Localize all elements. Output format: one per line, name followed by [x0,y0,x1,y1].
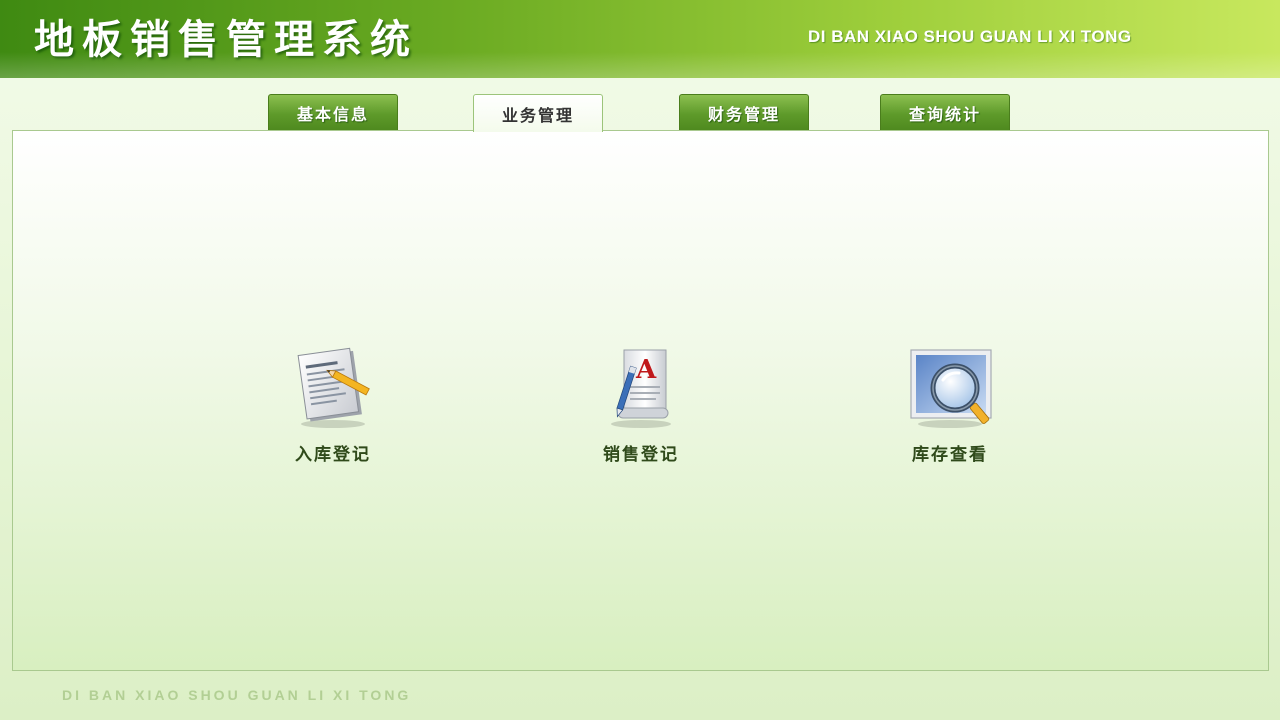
font-document-pen-icon: A [611,349,671,428]
sales-register-label: 销售登记 [603,445,679,465]
main-tabs: 基本信息 业务管理 财务管理 查询统计 [0,94,1280,132]
content-panel: 入库登记 A 销售登记 库存查看 [12,130,1269,671]
tab-business-management[interactable]: 业务管理 [473,94,603,132]
tab-finance-management[interactable]: 财务管理 [679,94,809,130]
header-banner: 地板销售管理系统 DI BAN XIAO SHOU GUAN LI XI TON… [0,0,1280,78]
tab-query-statistics[interactable]: 查询统计 [880,94,1010,130]
stock-in-register-label: 入库登记 [295,445,371,465]
magnifier-monitor-icon [910,349,992,428]
stock-in-register-button[interactable]: 入库登记 [253,346,413,466]
app-title: 地板销售管理系统 [34,17,418,63]
tab-basic-info[interactable]: 基本信息 [268,94,398,130]
inventory-view-label: 库存查看 [912,445,988,465]
sales-register-button[interactable]: A 销售登记 [561,346,721,466]
footer-subtitle-en: DI BAN XIAO SHOU GUAN LI XI TONG [62,687,412,703]
svg-text:A: A [635,355,657,385]
document-pencil-icon [297,347,370,428]
inventory-view-button[interactable]: 库存查看 [870,346,1030,466]
